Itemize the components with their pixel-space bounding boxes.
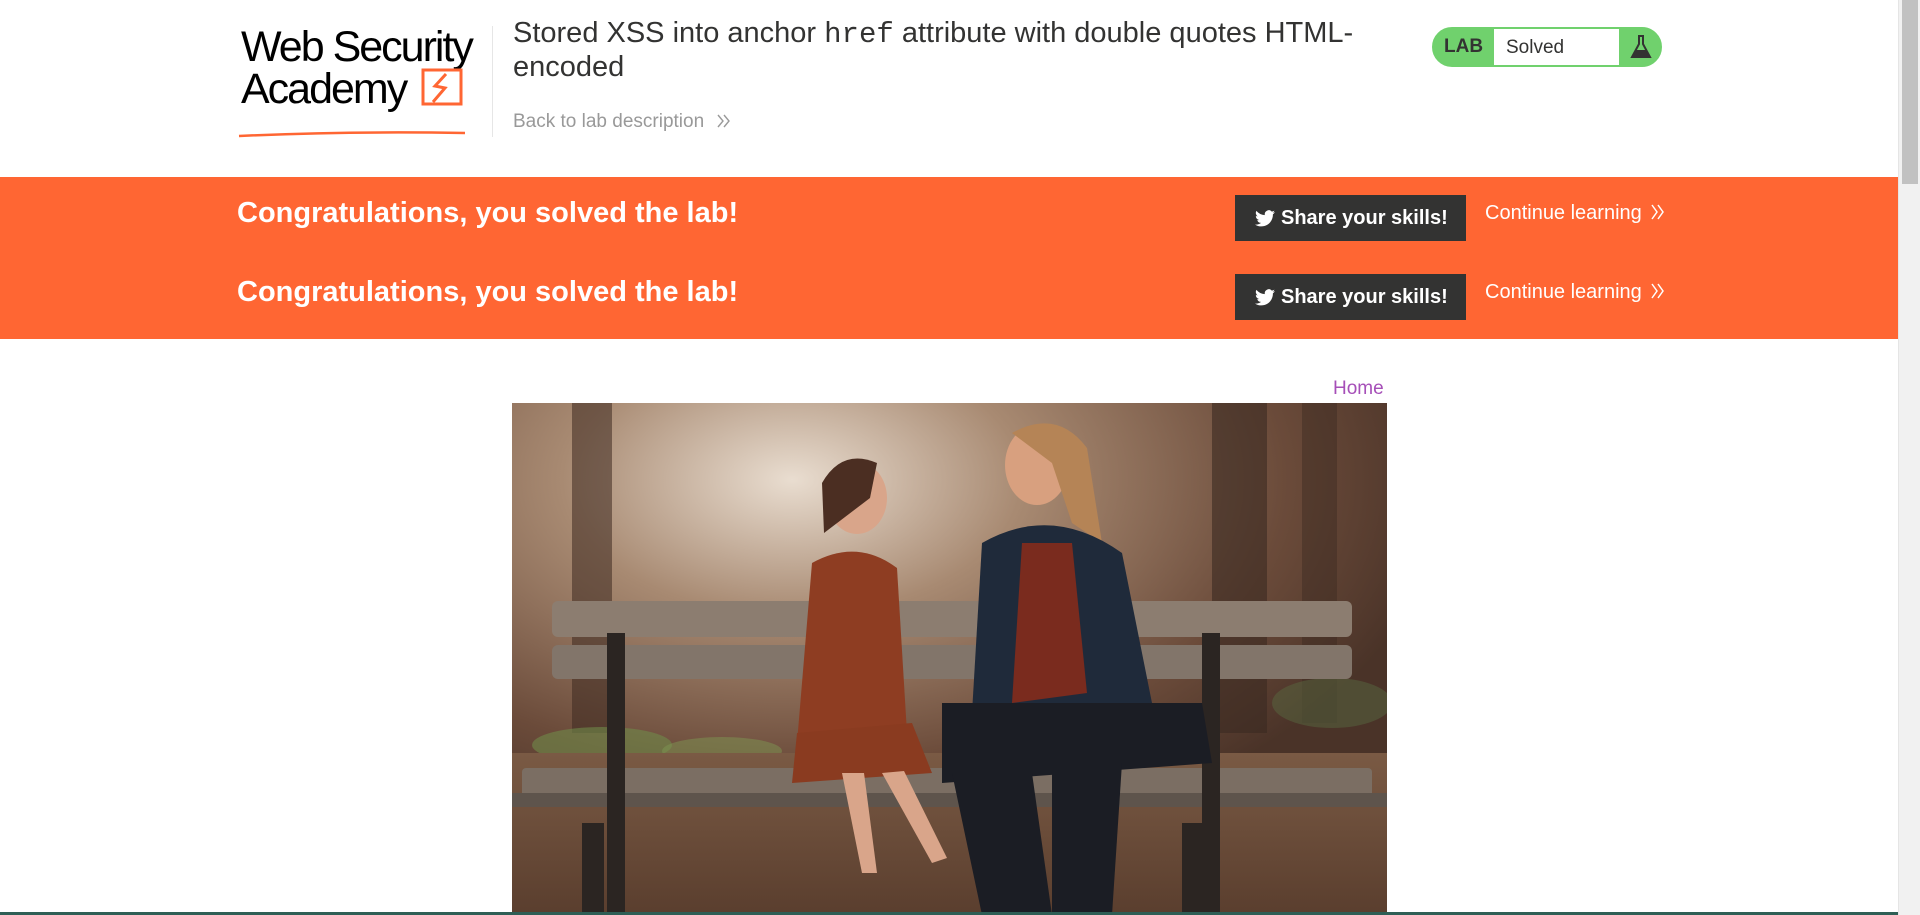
congratulations-message: Congratulations, you solved the lab! bbox=[237, 197, 739, 229]
notification-row: Congratulations, you solved the lab! Sha… bbox=[0, 256, 1898, 336]
continue-learning-link[interactable]: Continue learning bbox=[1485, 202, 1665, 225]
lab-label: LAB bbox=[1444, 36, 1484, 57]
lab-title: Stored XSS into anchor href attribute wi… bbox=[513, 17, 1393, 84]
blog-post-image bbox=[512, 403, 1387, 915]
lab-status-text: Solved bbox=[1506, 37, 1565, 58]
lab-status-box: Solved bbox=[1494, 29, 1619, 65]
vertical-scrollbar[interactable] bbox=[1898, 0, 1920, 915]
share-your-skills-button[interactable]: Share your skills! bbox=[1235, 274, 1466, 320]
flask-icon bbox=[1630, 35, 1652, 58]
lab-status-widget: LAB Solved bbox=[1432, 27, 1662, 67]
back-link-label: Back to lab description bbox=[513, 111, 705, 132]
congratulations-message: Congratulations, you solved the lab! bbox=[237, 276, 739, 308]
share-button-label: Share your skills! bbox=[1281, 286, 1448, 308]
share-your-skills-button[interactable]: Share your skills! bbox=[1235, 195, 1466, 241]
continue-learning-label: Continue learning bbox=[1485, 281, 1642, 303]
chevron-right-double-icon bbox=[717, 114, 731, 128]
lightning-mark-icon bbox=[421, 68, 463, 106]
logo-line2: Academy bbox=[241, 65, 408, 113]
logo-line1: Web Security bbox=[241, 23, 474, 71]
home-link[interactable]: Home bbox=[1333, 378, 1384, 400]
logo-underline bbox=[238, 131, 466, 138]
lab-title-text: Stored XSS into anchor bbox=[513, 17, 825, 49]
continue-learning-label: Continue learning bbox=[1485, 202, 1642, 224]
bench-photo-image bbox=[512, 403, 1387, 915]
notification-row: Congratulations, you solved the lab! Sha… bbox=[0, 177, 1898, 257]
twitter-icon bbox=[1255, 210, 1275, 227]
back-to-lab-description-link[interactable]: Back to lab description bbox=[513, 111, 731, 133]
continue-learning-link[interactable]: Continue learning bbox=[1485, 281, 1665, 304]
solved-notification-banner: Congratulations, you solved the lab! Sha… bbox=[0, 177, 1898, 339]
web-security-academy-logo[interactable]: Web Security Academy bbox=[237, 23, 489, 138]
share-button-label: Share your skills! bbox=[1281, 207, 1448, 229]
scrollbar-thumb[interactable] bbox=[1902, 0, 1918, 184]
header-divider bbox=[492, 26, 493, 137]
chevron-right-double-icon bbox=[1651, 204, 1665, 220]
twitter-icon bbox=[1255, 289, 1275, 306]
academy-header: Web Security Academy Stored XSS into anc… bbox=[0, 0, 1898, 176]
lab-title-code: href bbox=[824, 18, 894, 51]
chevron-right-double-icon bbox=[1651, 283, 1665, 299]
